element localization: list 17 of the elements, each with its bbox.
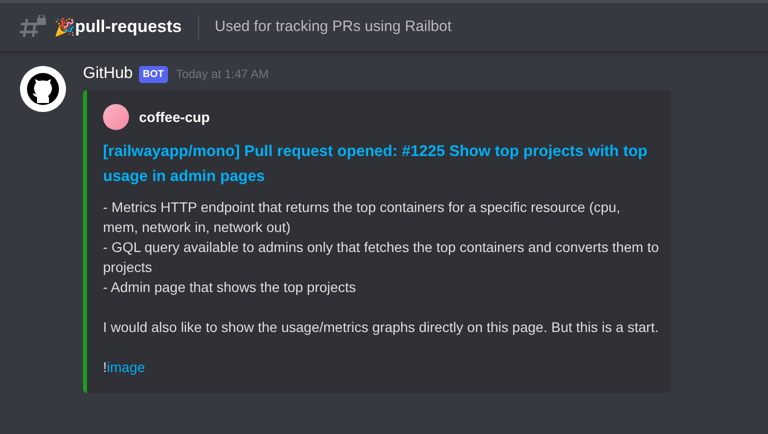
channel-topic: Used for tracking PRs using Railbot	[214, 16, 452, 37]
channel-name: pull-requests	[75, 16, 182, 38]
description-text: I would also like to show the usage/metrics graphs directly on this page. But this is a start.	[103, 318, 659, 337]
embed-author: coffee-cup	[139, 108, 210, 127]
image-link[interactable]: image	[106, 359, 146, 375]
author-avatar-icon	[103, 104, 129, 130]
bot-badge: BOT	[138, 66, 168, 82]
timestamp: Today at 1:47 AM	[176, 66, 269, 83]
channel-hash-lock-icon	[20, 15, 46, 39]
description-text: - Admin page that shows the top projects	[103, 278, 357, 297]
description-text: - GQL query available to admins only that fetches the top containers and converts them to projects	[103, 238, 659, 277]
description-text: - Metrics HTTP endpoint that returns the top containers for a specific resource (cpu, mem, network in, network out)	[103, 198, 622, 237]
author-name[interactable]: GitHub	[83, 62, 133, 86]
octocat-avatar-icon[interactable]	[20, 66, 66, 112]
embed-title-link[interactable]: [railwayapp/mono] Pull request opened: #1225 Show top projects with top usage in admin pages	[103, 139, 659, 189]
footer-text: !	[103, 359, 107, 375]
party-emoji: 🎉	[54, 18, 75, 36]
